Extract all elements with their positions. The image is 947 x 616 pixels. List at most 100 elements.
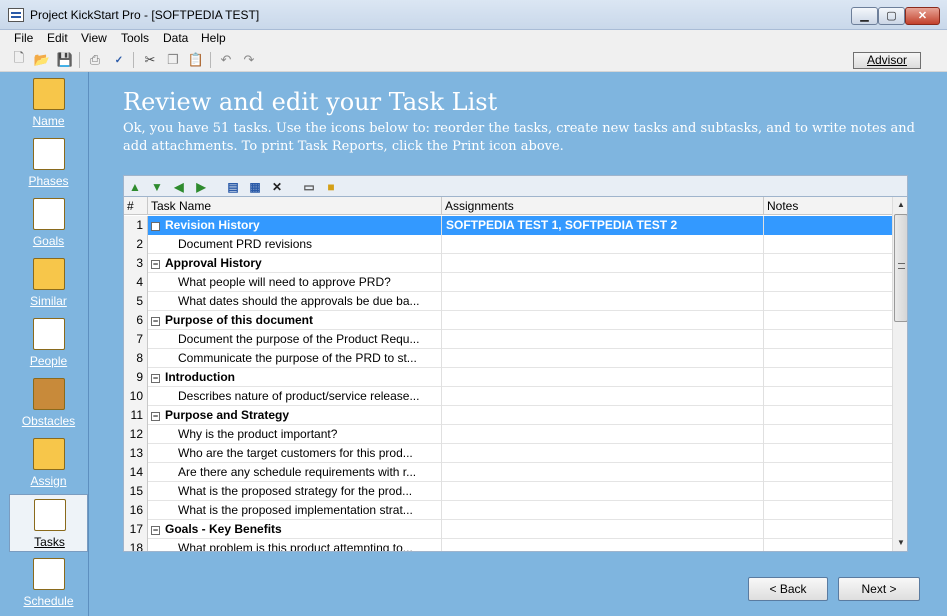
next-button[interactable]: Next > xyxy=(838,577,920,601)
task-name-cell[interactable]: − Purpose and Strategy xyxy=(148,406,442,425)
assignments-cell[interactable] xyxy=(442,501,764,520)
minimize-button[interactable]: ▁ xyxy=(851,7,878,25)
notes-cell[interactable] xyxy=(764,349,892,368)
save-disk-icon[interactable]: 💾 xyxy=(56,51,74,69)
table-row[interactable]: 8 Communicate the purpose of the PRD to s… xyxy=(124,349,892,368)
task-name-cell[interactable]: What is the proposed strategy for the pr… xyxy=(148,482,442,501)
task-name-cell[interactable]: − Goals - Key Benefits xyxy=(148,520,442,539)
table-row[interactable]: 6− Purpose of this document xyxy=(124,311,892,330)
sidebar-item-phases[interactable]: Phases xyxy=(9,134,88,192)
indent-icon[interactable]: ▶ xyxy=(192,178,210,196)
assignments-cell[interactable] xyxy=(442,254,764,273)
assignments-cell[interactable] xyxy=(442,311,764,330)
menu-tools[interactable]: Tools xyxy=(119,31,151,45)
table-row[interactable]: 10 Describes nature of product/service re… xyxy=(124,387,892,406)
menu-view[interactable]: View xyxy=(79,31,109,45)
collapse-toggle-icon[interactable]: − xyxy=(151,526,160,535)
redo-icon[interactable]: ↷ xyxy=(240,51,258,69)
task-name-cell[interactable]: Who are the target customers for this pr… xyxy=(148,444,442,463)
assignments-cell[interactable] xyxy=(442,349,764,368)
notes-cell[interactable] xyxy=(764,292,892,311)
assignments-cell[interactable]: SOFTPEDIA TEST 1, SOFTPEDIA TEST 2 xyxy=(442,216,764,235)
task-name-cell[interactable]: Communicate the purpose of the PRD to st… xyxy=(148,349,442,368)
sidebar-item-name[interactable]: Name xyxy=(9,74,88,132)
sidebar-item-tasks[interactable]: Tasks xyxy=(9,494,88,552)
table-row[interactable]: 16 What is the proposed implementation st… xyxy=(124,501,892,520)
task-name-cell[interactable]: What people will need to approve PRD? xyxy=(148,273,442,292)
table-row[interactable]: 15 What is the proposed strategy for the … xyxy=(124,482,892,501)
table-row[interactable]: 13 Who are the target customers for this … xyxy=(124,444,892,463)
table-row[interactable]: 7 Document the purpose of the Product Req… xyxy=(124,330,892,349)
cut-icon[interactable]: ✂ xyxy=(141,51,159,69)
task-name-cell[interactable]: Why is the product important? xyxy=(148,425,442,444)
collapse-toggle-icon[interactable]: − xyxy=(151,222,160,231)
table-row[interactable]: 9− Introduction xyxy=(124,368,892,387)
task-name-cell[interactable]: Document the purpose of the Product Requ… xyxy=(148,330,442,349)
notes-icon[interactable]: ▭ xyxy=(300,178,318,196)
collapse-toggle-icon[interactable]: − xyxy=(151,260,160,269)
title-bar[interactable]: Project KickStart Pro - [SOFTPEDIA TEST]… xyxy=(0,0,947,30)
notes-cell[interactable] xyxy=(764,387,892,406)
task-name-cell[interactable]: What is the proposed implementation stra… xyxy=(148,501,442,520)
assignments-cell[interactable] xyxy=(442,292,764,311)
assignments-cell[interactable] xyxy=(442,273,764,292)
column-header-task-name[interactable]: Task Name xyxy=(148,197,442,215)
notes-cell[interactable] xyxy=(764,501,892,520)
notes-cell[interactable] xyxy=(764,425,892,444)
outdent-icon[interactable]: ◀ xyxy=(170,178,188,196)
notes-cell[interactable] xyxy=(764,311,892,330)
menu-help[interactable]: Help xyxy=(199,31,228,45)
notes-cell[interactable] xyxy=(764,254,892,273)
sidebar-item-similar[interactable]: Similar xyxy=(9,254,88,312)
column-header-notes[interactable]: Notes xyxy=(764,197,892,215)
spellcheck-icon[interactable]: ✓ xyxy=(110,51,128,69)
assignments-cell[interactable] xyxy=(442,520,764,539)
menu-edit[interactable]: Edit xyxy=(45,31,70,45)
task-name-cell[interactable]: − Approval History xyxy=(148,254,442,273)
table-row[interactable]: 11− Purpose and Strategy xyxy=(124,406,892,425)
notes-cell[interactable] xyxy=(764,330,892,349)
notes-cell[interactable] xyxy=(764,444,892,463)
sidebar-item-schedule[interactable]: Schedule xyxy=(9,554,88,612)
column-header-assignments[interactable]: Assignments xyxy=(442,197,764,215)
assignments-cell[interactable] xyxy=(442,482,764,501)
assignments-cell[interactable] xyxy=(442,444,764,463)
assignments-cell[interactable] xyxy=(442,368,764,387)
notes-cell[interactable] xyxy=(764,520,892,539)
task-name-cell[interactable]: Describes nature of product/service rele… xyxy=(148,387,442,406)
notes-cell[interactable] xyxy=(764,482,892,501)
assignments-cell[interactable] xyxy=(442,406,764,425)
assignments-cell[interactable] xyxy=(442,539,764,551)
maximize-button[interactable]: ▢ xyxy=(878,7,905,25)
menu-data[interactable]: Data xyxy=(161,31,190,45)
scroll-thumb[interactable] xyxy=(894,214,907,322)
assignments-cell[interactable] xyxy=(442,330,764,349)
table-row[interactable]: 14 Are there any schedule requirements wi… xyxy=(124,463,892,482)
new-subtask-icon[interactable]: ▦ xyxy=(246,178,264,196)
notes-cell[interactable] xyxy=(764,539,892,551)
delete-icon[interactable]: ✕ xyxy=(268,178,286,196)
sidebar-item-people[interactable]: People xyxy=(9,314,88,372)
table-row[interactable]: 2 Document PRD revisions xyxy=(124,235,892,254)
column-header-number[interactable]: # xyxy=(124,197,148,215)
sidebar-item-assign[interactable]: Assign xyxy=(9,434,88,492)
assignments-cell[interactable] xyxy=(442,463,764,482)
vertical-scrollbar[interactable]: ▲ ▼ xyxy=(892,197,907,551)
copy-icon[interactable]: ❐ xyxy=(164,51,182,69)
notes-cell[interactable] xyxy=(764,368,892,387)
task-name-cell[interactable]: − Introduction xyxy=(148,368,442,387)
menu-file[interactable]: File xyxy=(12,31,35,45)
table-row[interactable]: 17− Goals - Key Benefits xyxy=(124,520,892,539)
move-down-icon[interactable]: ▼ xyxy=(148,178,166,196)
collapse-toggle-icon[interactable]: − xyxy=(151,412,160,421)
task-name-cell[interactable]: − Revision History xyxy=(148,216,442,235)
task-name-cell[interactable]: Are there any schedule requirements with… xyxy=(148,463,442,482)
notes-cell[interactable] xyxy=(764,235,892,254)
table-row[interactable]: 4 What people will need to approve PRD? xyxy=(124,273,892,292)
advisor-button[interactable]: Advisor xyxy=(853,52,921,69)
assignments-cell[interactable] xyxy=(442,425,764,444)
notes-cell[interactable] xyxy=(764,406,892,425)
task-grid[interactable]: # Task Name Assignments Notes 1− Revision… xyxy=(123,196,908,552)
notes-cell[interactable] xyxy=(764,216,892,235)
close-button[interactable]: ✕ xyxy=(905,7,940,25)
